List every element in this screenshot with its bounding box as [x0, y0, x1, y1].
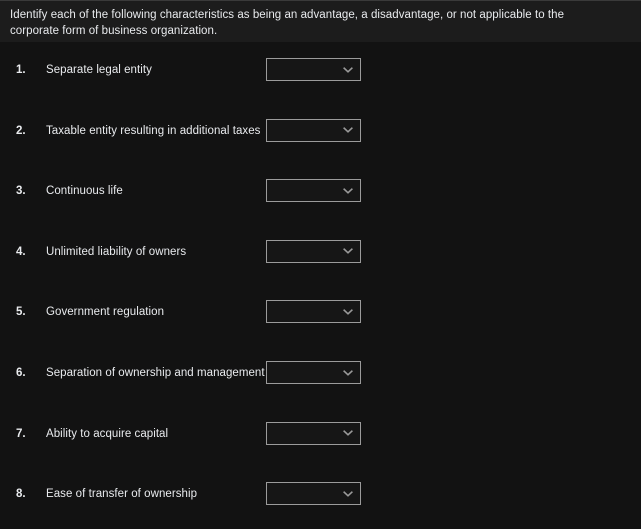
list-item: 6. Separation of ownership and management	[0, 361, 641, 389]
chevron-down-icon	[343, 307, 353, 317]
chevron-down-icon	[343, 246, 353, 256]
item-number: 6.	[16, 367, 26, 379]
item-number: 7.	[16, 427, 26, 440]
answer-dropdown[interactable]	[266, 421, 361, 445]
answer-dropdown[interactable]	[266, 58, 361, 81]
characteristics-list: 1. Separate legal entity 2. Taxable entity …	[0, 42, 641, 529]
chevron-down-icon	[343, 65, 353, 75]
answer-dropdown[interactable]	[266, 118, 361, 142]
list-item: 2. Taxable entity resulting in additional…	[0, 118, 641, 147]
answer-dropdown[interactable]	[266, 179, 361, 203]
item-label: Continuous life	[46, 185, 123, 198]
item-number: 3.	[16, 185, 26, 198]
answer-dropdown[interactable]	[266, 239, 361, 263]
list-item: 4. Unlimited liability of owners	[0, 239, 641, 268]
list-item: 8. Ease of transfer of ownership	[0, 482, 641, 510]
list-item: 5. Government regulation	[0, 300, 641, 328]
chevron-down-icon	[343, 368, 353, 378]
chevron-down-icon	[343, 186, 353, 196]
item-number: 8.	[16, 488, 26, 501]
answer-dropdown[interactable]	[266, 482, 361, 506]
list-item: 7. Ability to acquire capital	[0, 421, 641, 450]
answer-dropdown[interactable]	[266, 361, 361, 384]
item-label: Unlimited liability of owners	[46, 245, 187, 258]
instruction-band: Identify each of the following character…	[0, 0, 641, 42]
answer-dropdown[interactable]	[266, 300, 361, 324]
item-number: 2.	[16, 124, 26, 137]
item-label: Taxable entity resulting in additional t…	[46, 124, 261, 137]
item-label: Government regulation	[46, 306, 165, 319]
item-label: Separation of ownership and management	[46, 367, 265, 379]
chevron-down-icon	[343, 428, 353, 438]
item-number: 5.	[16, 306, 26, 319]
list-item: 1. Separate legal entity	[0, 58, 641, 86]
item-label: Ability to acquire capital	[46, 427, 169, 440]
item-label: Separate legal entity	[46, 64, 152, 76]
list-item: 3. Continuous life	[0, 179, 641, 207]
item-label: Ease of transfer of ownership	[46, 488, 198, 501]
chevron-down-icon	[343, 125, 353, 135]
item-number: 1.	[16, 64, 26, 76]
chevron-down-icon	[343, 489, 353, 499]
question-panel: Identify each of the following character…	[0, 0, 641, 529]
instruction-text: Identify each of the following character…	[10, 9, 565, 37]
item-number: 4.	[16, 245, 26, 258]
